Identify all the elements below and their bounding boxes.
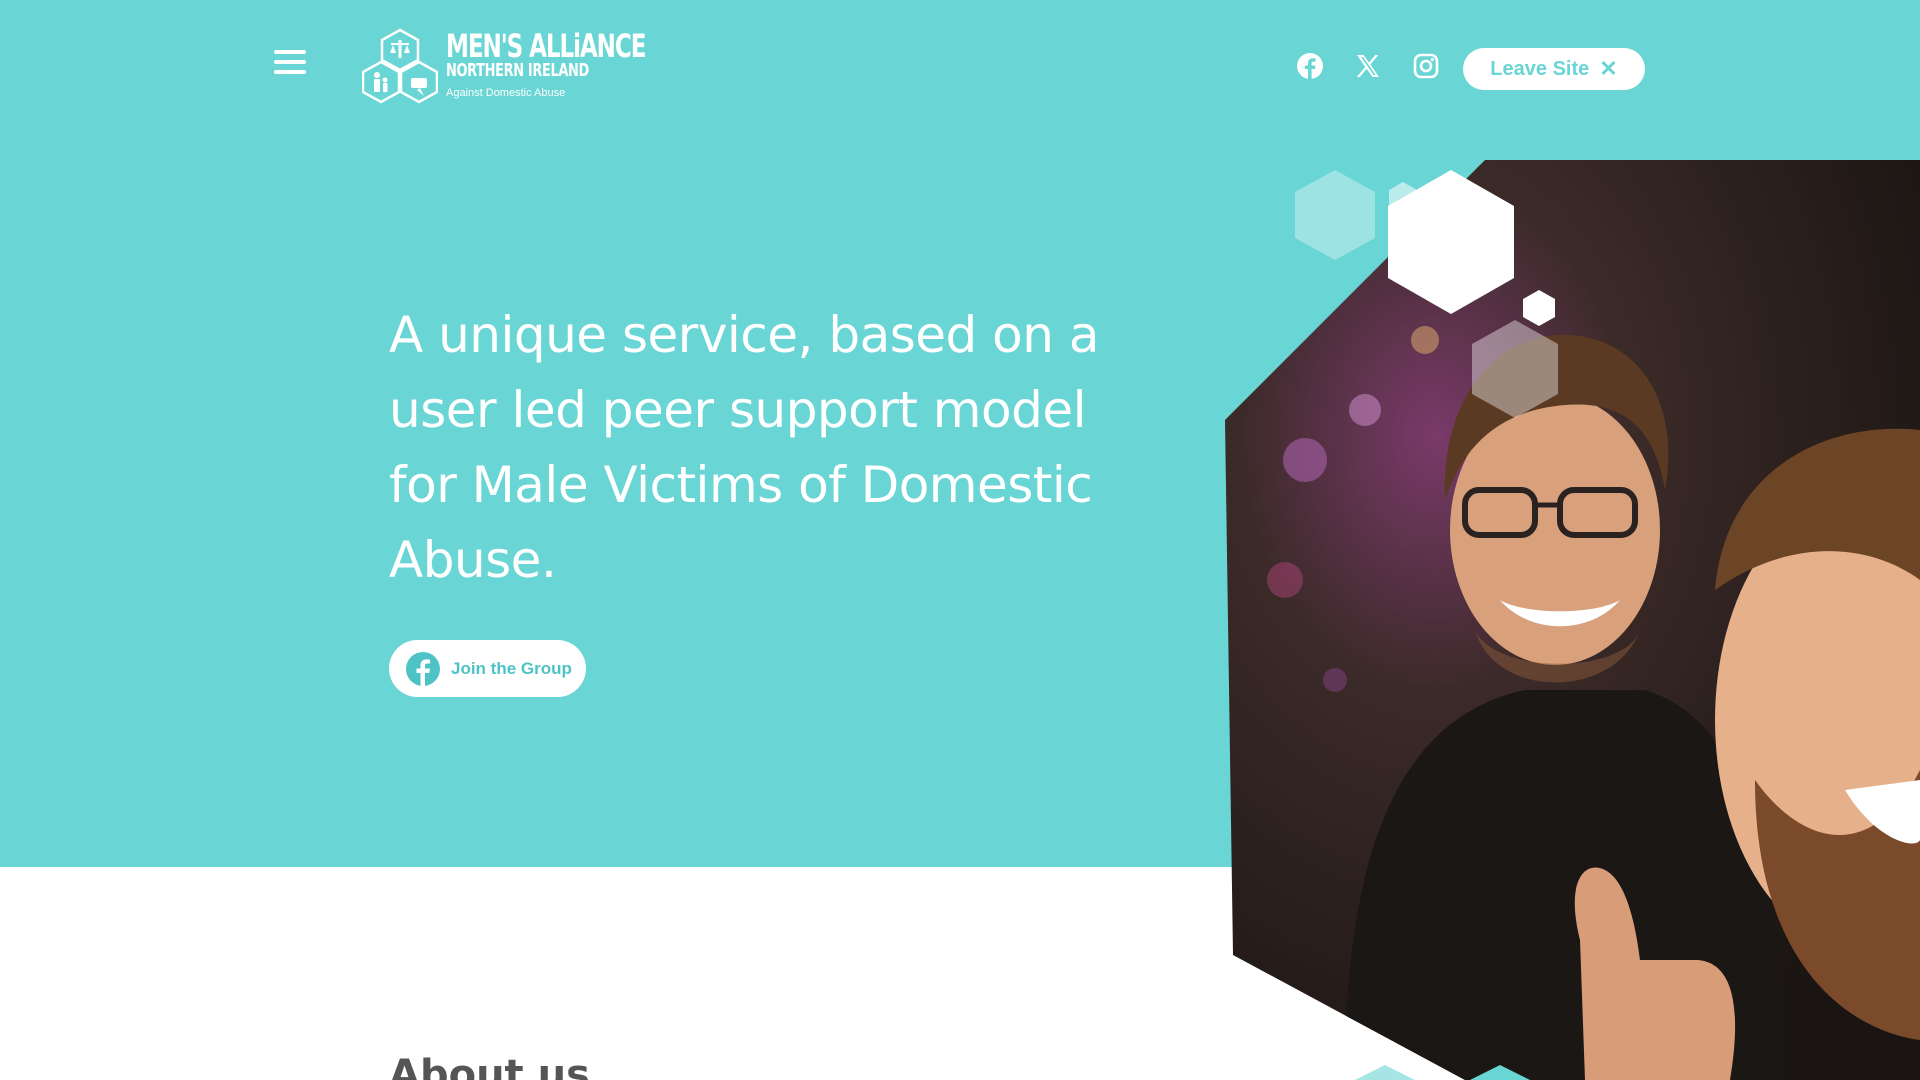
join-group-label: Join the Group — [451, 658, 572, 678]
hamburger-menu-icon[interactable] — [274, 48, 306, 76]
site-logo[interactable]: MEN'S ALLiANCE NORTHERN IRELAND Against … — [362, 26, 646, 104]
instagram-icon[interactable] — [1410, 50, 1442, 82]
logo-title: MEN'S ALLiANCE — [446, 27, 646, 65]
hero-photo — [1225, 160, 1920, 1080]
facebook-icon — [406, 651, 440, 686]
x-twitter-icon[interactable] — [1352, 50, 1384, 82]
join-group-button[interactable]: Join the Group — [389, 640, 586, 697]
about-heading: About us — [389, 1052, 590, 1080]
leave-site-button[interactable]: Leave Site ✕ — [1463, 48, 1645, 90]
leave-site-label: Leave Site — [1490, 57, 1590, 80]
logo-tagline: Against Domestic Abuse — [446, 87, 566, 99]
logo-subtitle: NORTHERN IRELAND — [446, 60, 589, 81]
logo-hexagons-icon — [362, 28, 438, 104]
facebook-icon[interactable] — [1294, 50, 1326, 82]
close-icon: ✕ — [1599, 56, 1618, 81]
hero-headline: A unique service, based on a user led pe… — [389, 306, 1099, 589]
